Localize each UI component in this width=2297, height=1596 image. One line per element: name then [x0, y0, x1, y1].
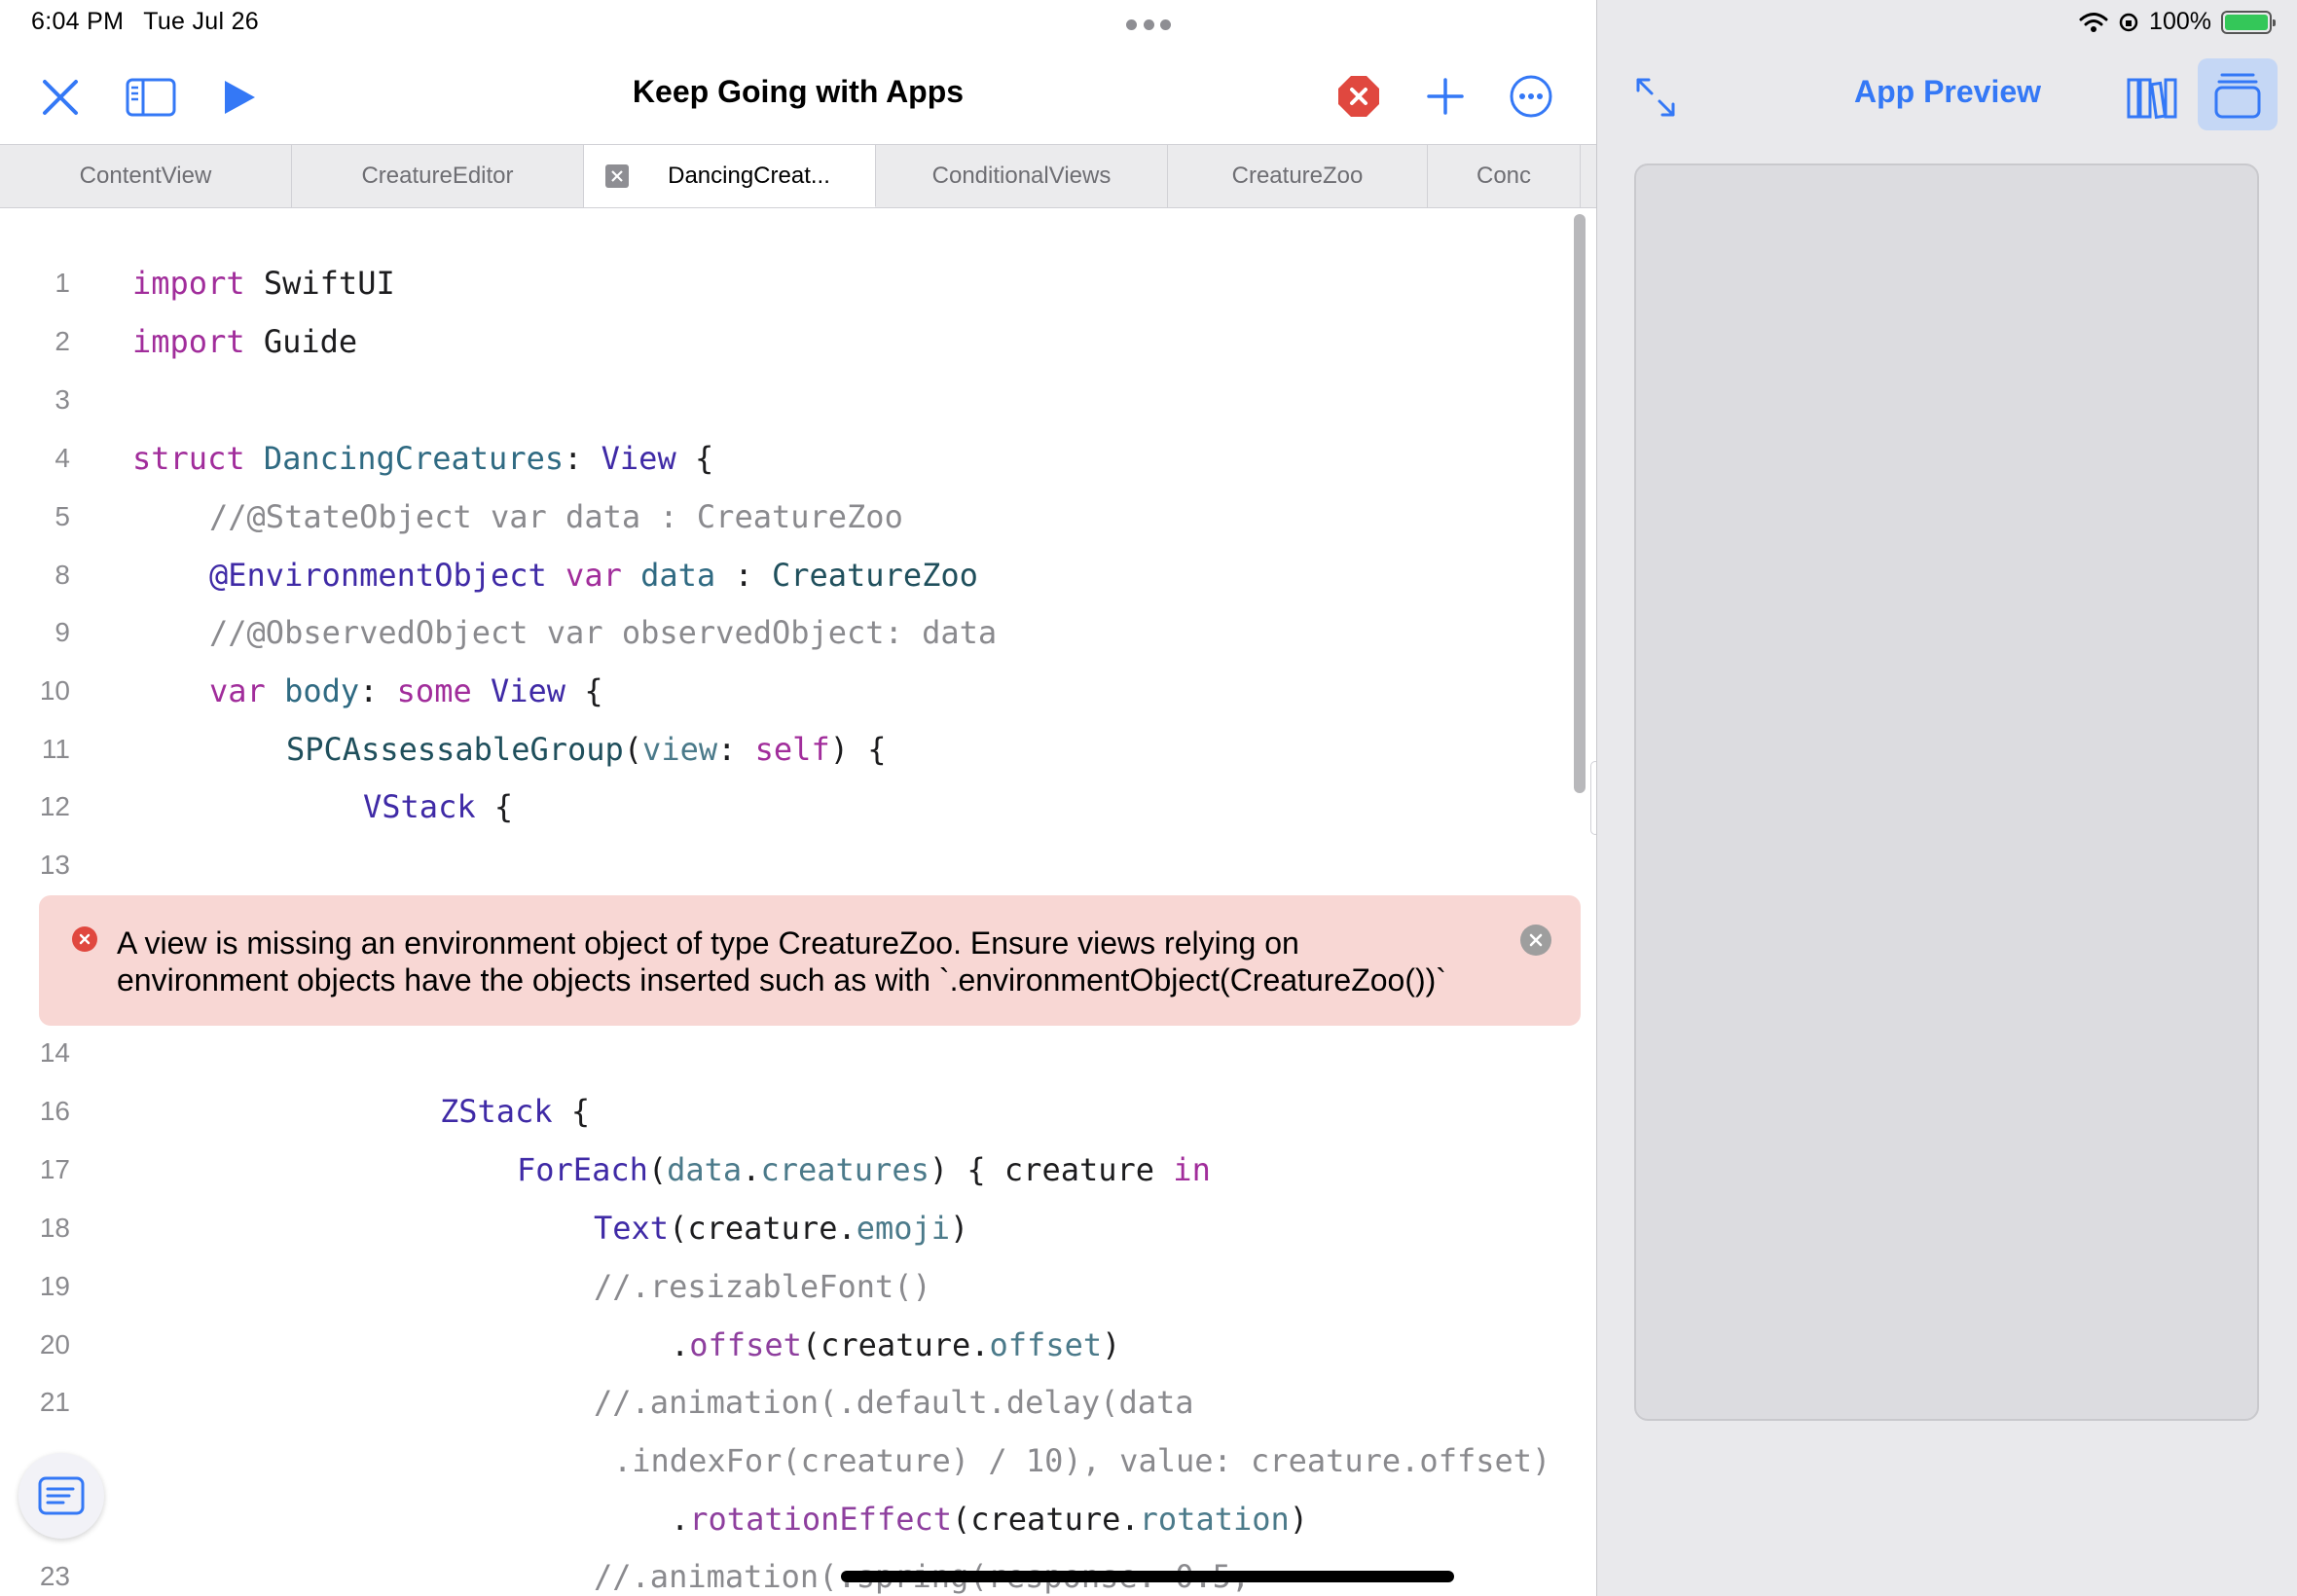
code-text: .indexFor(creature) / 10), value: creatu… — [613, 1442, 1551, 1479]
code-text: var body: some View { — [209, 672, 603, 709]
errors-button[interactable] — [1336, 74, 1381, 119]
line-number: 16 — [39, 1096, 70, 1126]
document-icon — [38, 1476, 85, 1515]
battery-icon — [2221, 10, 2276, 34]
line-number: 8 — [55, 560, 70, 590]
tab-creatureeditor[interactable]: CreatureEditor — [292, 145, 584, 207]
code-text: import SwiftUI — [132, 265, 395, 302]
code-text: //@ObservedObject var observedObject: da… — [209, 614, 998, 651]
layers-icon — [2214, 73, 2261, 119]
error-message: A view is missing an environment object … — [117, 925, 1538, 998]
battery-percentage: 100% — [2149, 8, 2211, 35]
line-number: 11 — [41, 734, 70, 764]
code-text: SPCAssessableGroup(view: self) { — [286, 731, 887, 768]
preview-title: App Preview — [1853, 74, 2042, 109]
tab-label: CreatureEditor — [361, 163, 514, 189]
dismiss-error-button[interactable] — [1520, 925, 1551, 956]
vertical-scrollbar[interactable] — [1574, 214, 1586, 793]
code-text: ZStack { — [440, 1093, 591, 1130]
file-tab-bar: ContentView CreatureEditor DancingCreat.… — [0, 144, 1596, 208]
line-number: 21 — [39, 1387, 70, 1417]
code-text: ForEach(data.creatures) { creature in — [517, 1151, 1211, 1188]
status-indicators: 100% — [2079, 8, 2276, 36]
line-number: 13 — [39, 850, 70, 880]
tab-label: DancingCreat... — [668, 162, 830, 189]
tab-dancingcreatures[interactable]: DancingCreat... — [584, 145, 876, 207]
add-icon — [1427, 78, 1464, 115]
code-text: Text(creature.emoji) — [594, 1210, 969, 1247]
status-time: 6:04 PM Tue Jul 26 — [31, 8, 278, 36]
code-text: //.resizableFont() — [594, 1268, 931, 1305]
line-number: 2 — [55, 326, 70, 356]
line-number: 18 — [39, 1213, 70, 1243]
code-text: //.animation(.default.delay(data — [594, 1384, 1194, 1421]
line-number: 23 — [39, 1561, 70, 1591]
tab-contentview[interactable]: ContentView — [0, 145, 292, 207]
layers-button[interactable] — [2198, 58, 2278, 130]
line-number: 20 — [39, 1329, 70, 1360]
line-number: 19 — [39, 1271, 70, 1301]
line-number: 3 — [55, 384, 70, 415]
line-number: 14 — [39, 1037, 70, 1068]
tab-label: ConditionalViews — [931, 163, 1112, 189]
home-indicator[interactable] — [841, 1571, 1454, 1582]
documentation-button[interactable] — [18, 1453, 104, 1539]
preview-canvas[interactable] — [1634, 163, 2259, 1421]
library-button[interactable] — [2125, 70, 2179, 125]
sidebar-icon — [126, 78, 176, 117]
error-message-line: environment objects have the objects ins… — [117, 962, 1446, 998]
wifi-icon — [2079, 12, 2108, 32]
app-preview-pane: App Preview — [1596, 0, 2297, 1596]
error-icon — [1338, 76, 1379, 117]
line-number: 1 — [55, 268, 70, 298]
tab-label: ContentView — [79, 163, 212, 189]
line-number: 9 — [55, 617, 70, 647]
close-icon — [1529, 933, 1543, 947]
error-circle-icon — [72, 926, 97, 952]
add-button[interactable] — [1423, 74, 1468, 119]
error-banner: A view is missing an environment object … — [39, 895, 1581, 1026]
code-text: struct DancingCreatures: View { — [132, 440, 714, 477]
code-text: import Guide — [132, 323, 358, 360]
code-text: VStack { — [363, 788, 514, 825]
code-editor: 6:04 PMTue Jul 26 Keep Going with Apps — [0, 0, 1600, 1596]
tab-conc[interactable]: Conc — [1428, 145, 1581, 207]
line-number: 10 — [39, 675, 70, 706]
status-date: Tue Jul 26 — [143, 8, 260, 35]
run-icon — [225, 81, 255, 114]
status-clock: 6:04 PM — [31, 8, 125, 35]
code-text: .offset(creature.offset) — [671, 1326, 1121, 1363]
line-number: 5 — [55, 501, 70, 531]
more-button[interactable] — [1508, 73, 1554, 120]
tab-conditionalviews[interactable]: ConditionalViews — [876, 145, 1168, 207]
line-number: 17 — [39, 1154, 70, 1184]
more-icon — [1510, 75, 1552, 118]
close-button[interactable] — [37, 74, 84, 121]
sidebar-toggle-button[interactable] — [125, 74, 177, 121]
code-text: @EnvironmentObject var data : CreatureZo… — [209, 557, 978, 594]
library-icon — [2127, 78, 2177, 120]
close-icon — [43, 80, 78, 115]
tab-close-icon[interactable] — [605, 164, 629, 188]
code-text: .rotationEffect(creature.rotation) — [671, 1501, 1309, 1538]
tab-label: CreatureZoo — [1231, 163, 1364, 189]
line-number: 12 — [39, 791, 70, 821]
line-number: 4 — [55, 443, 70, 473]
error-message-line: A view is missing an environment object … — [117, 925, 1299, 961]
code-text: //@StateObject var data : CreatureZoo — [209, 498, 903, 535]
orientation-lock-icon — [2119, 13, 2138, 31]
tab-label: Conc — [1477, 163, 1532, 189]
multitasking-menu-icon[interactable] — [1126, 19, 1171, 31]
tab-creaturezoo[interactable]: CreatureZoo — [1168, 145, 1428, 207]
run-button[interactable] — [218, 74, 261, 121]
